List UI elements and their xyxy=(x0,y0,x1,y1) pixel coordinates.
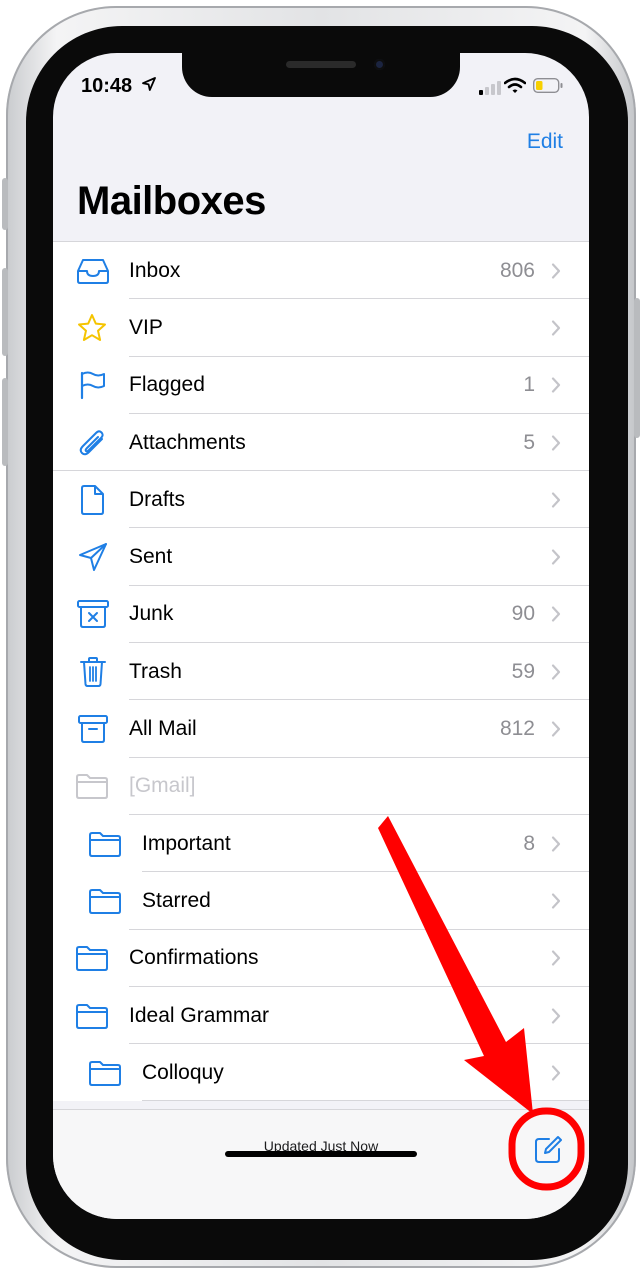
edit-button[interactable]: Edit xyxy=(527,130,563,154)
mailbox-row-starred[interactable]: Starred xyxy=(53,872,589,930)
chevron-right-icon xyxy=(551,721,561,737)
unread-count: 59 xyxy=(511,659,535,683)
mailbox-label: Attachments xyxy=(129,430,246,454)
chevron-right-icon xyxy=(551,836,561,852)
volume-up-button xyxy=(2,268,8,356)
unread-count: 806 xyxy=(499,258,535,282)
mailbox-row-attachments[interactable]: Attachments 5 xyxy=(53,414,589,472)
folder-icon xyxy=(89,831,121,857)
unread-count: 8 xyxy=(523,831,535,855)
mailbox-row-sent[interactable]: Sent xyxy=(53,528,589,586)
mailbox-label: Sent xyxy=(129,545,173,569)
home-indicator xyxy=(225,1151,417,1157)
mailbox-row-flagged[interactable]: Flagged 1 xyxy=(53,357,589,414)
chevron-right-icon xyxy=(551,1007,561,1024)
mailbox-label: All Mail xyxy=(129,717,197,741)
chevron-right-icon xyxy=(551,492,561,508)
mailbox-row-junk[interactable]: Junk 90 xyxy=(53,586,589,644)
chevron-right-icon xyxy=(551,377,561,393)
mailbox-row-colloquy[interactable]: Colloquy xyxy=(53,1044,589,1102)
notch xyxy=(182,53,460,97)
junk-icon xyxy=(77,600,109,629)
speaker-grille xyxy=(286,61,356,68)
chevron-right-icon xyxy=(551,263,561,279)
row-divider xyxy=(142,1100,589,1102)
folder-icon xyxy=(89,1060,121,1086)
status-time: 10:48 xyxy=(81,75,133,97)
battery-icon xyxy=(533,78,563,93)
mailbox-row-vip[interactable]: VIP xyxy=(53,299,589,357)
mailbox-label: Ideal Grammar xyxy=(129,1003,270,1027)
side-button xyxy=(634,298,640,438)
mailbox-row-trash[interactable]: Trash 59 xyxy=(53,643,589,701)
page-title: Mailboxes xyxy=(77,179,266,223)
mailbox-label: Drafts xyxy=(129,487,186,511)
mailbox-label: Flagged xyxy=(129,373,205,397)
chevron-right-icon xyxy=(551,549,561,565)
bottom-toolbar: Updated Just Now xyxy=(53,1109,589,1219)
compose-icon[interactable] xyxy=(533,1135,563,1165)
archive-box-icon xyxy=(78,715,108,744)
chevron-right-icon xyxy=(551,893,561,909)
wifi-icon xyxy=(504,77,526,93)
folder-icon xyxy=(76,1003,108,1029)
chevron-right-icon xyxy=(551,1065,561,1081)
mailbox-label: Starred xyxy=(142,888,211,912)
mailbox-row-inbox[interactable]: Inbox 806 xyxy=(53,242,589,300)
unread-count: 5 xyxy=(523,430,535,454)
mailbox-row-ideal-grammar[interactable]: Ideal Grammar xyxy=(53,987,589,1045)
mailbox-label: Junk xyxy=(129,602,174,626)
paperclip-icon xyxy=(79,429,104,455)
folder-icon xyxy=(76,774,108,800)
chevron-right-icon xyxy=(551,950,561,966)
mailbox-label: Important xyxy=(142,831,231,855)
mailbox-label: Colloquy xyxy=(142,1060,224,1084)
folder-icon xyxy=(76,946,108,972)
mailbox-label: Confirmations xyxy=(129,946,259,970)
chevron-right-icon xyxy=(551,606,561,623)
mailbox-row-important[interactable]: Important 8 xyxy=(53,815,589,873)
mailbox-label: VIP xyxy=(129,315,163,339)
unread-count: 1 xyxy=(523,373,535,397)
mailbox-row-all-mail[interactable]: All Mail 812 xyxy=(53,700,589,758)
chevron-right-icon xyxy=(551,320,561,336)
mailbox-label: [Gmail] xyxy=(129,774,196,798)
unread-count: 812 xyxy=(499,717,535,741)
location-arrow-icon xyxy=(142,77,156,91)
star-icon xyxy=(78,313,106,341)
mailbox-row-confirmations[interactable]: Confirmations xyxy=(53,930,589,987)
folder-icon xyxy=(89,888,121,914)
mailbox-row-gmail: [Gmail] xyxy=(53,758,589,815)
inbox-icon xyxy=(77,258,109,284)
mute-switch xyxy=(2,178,8,230)
document-icon xyxy=(81,484,104,515)
flag-icon xyxy=(80,371,105,400)
chevron-right-icon xyxy=(551,664,561,680)
chevron-right-icon xyxy=(551,434,561,451)
camera-icon xyxy=(374,59,385,70)
paper-plane-icon xyxy=(79,543,107,572)
mailbox-list: Inbox 806 VIP Flagged 1 Attachments 5 Dr… xyxy=(53,241,589,1102)
screen: 10:48 Edit Mailboxes Inbox 806 VIP Flagg… xyxy=(53,53,589,1219)
mailbox-row-drafts[interactable]: Drafts xyxy=(53,471,589,529)
trash-icon xyxy=(80,656,106,687)
unread-count: 90 xyxy=(511,602,535,626)
cellular-signal-icon xyxy=(479,81,501,95)
mailbox-label: Inbox xyxy=(129,258,181,282)
mailbox-label: Trash xyxy=(129,659,182,683)
volume-down-button xyxy=(2,378,8,466)
